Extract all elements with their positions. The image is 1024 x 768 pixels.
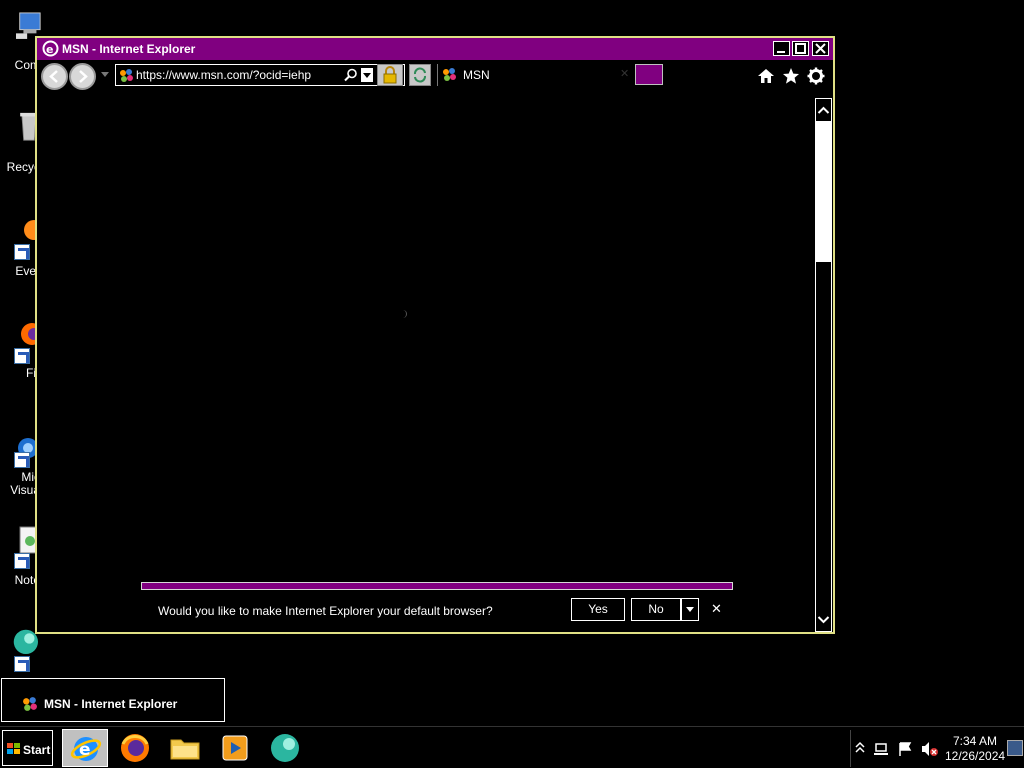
taskbar-firefox-button[interactable] [112, 729, 158, 767]
address-dropdown-button[interactable] [360, 67, 374, 83]
desktop-icon-label: Visua [10, 483, 40, 497]
address-input[interactable] [136, 67, 336, 83]
desktop-icon-label: Note [14, 573, 40, 587]
msn-butterfly-icon [120, 69, 133, 82]
shortcut-arrow-icon [14, 452, 30, 468]
browser-toolbar: MSN ✕ [37, 60, 833, 90]
forward-arrow-icon [79, 70, 88, 83]
vertical-scrollbar[interactable] [815, 98, 832, 632]
shortcut-arrow-icon [14, 348, 30, 364]
notification-accent-bar [141, 582, 733, 590]
desktop-icon-recycle-bin[interactable]: Recyc [0, 112, 40, 192]
maximize-button[interactable] [792, 41, 809, 56]
taskbar: Start e 7:34 AM 12/26/2024 [0, 726, 1024, 768]
shortcut-arrow-icon [14, 656, 30, 672]
tab-msn[interactable]: MSN ✕ [437, 64, 633, 86]
history-dropdown-icon[interactable] [101, 72, 109, 77]
taskbar-media-player-button[interactable] [212, 729, 258, 767]
desktop-icon-label: Recyc [6, 160, 40, 174]
firefox-icon [121, 734, 149, 762]
desktop-icon-label: Ever [15, 264, 40, 278]
desktop-icon-label: Fir [26, 366, 40, 380]
security-lock-button[interactable] [377, 64, 403, 86]
forward-button[interactable] [69, 63, 96, 90]
start-label: Start [23, 743, 51, 757]
yes-button[interactable]: Yes [571, 598, 625, 621]
shortcut-arrow-icon [14, 244, 30, 260]
desktop-icon-everything[interactable]: Ever [0, 216, 42, 296]
lock-icon [383, 66, 397, 84]
desktop-icon-label: Mic [21, 470, 40, 484]
default-browser-notification: Would you like to make Internet Explorer… [141, 582, 733, 632]
no-button[interactable]: No [631, 598, 681, 621]
title-bar[interactable]: e MSN - Internet Explorer [37, 38, 833, 60]
tab-close-icon[interactable]: ✕ [620, 67, 629, 80]
address-bar[interactable] [115, 64, 405, 86]
notification-message: Would you like to make Internet Explorer… [158, 604, 493, 618]
svg-text:e: e [79, 740, 91, 760]
ie-icon: e [70, 737, 102, 761]
tab-title: MSN [463, 68, 490, 82]
action-center-flag-icon[interactable] [897, 741, 913, 757]
desktop-icon-computer[interactable]: Com [0, 10, 41, 90]
scroll-up-button[interactable] [816, 101, 831, 119]
clock-time: 7:34 AM [952, 734, 998, 748]
notification-close-icon[interactable]: ✕ [711, 601, 722, 617]
scrollbar-thumb[interactable] [816, 121, 831, 262]
ie-logo-icon: e [42, 40, 59, 57]
loading-spinner-icon [399, 310, 407, 318]
show-desktop-button[interactable] [1007, 740, 1023, 756]
taskbar-app-button[interactable] [262, 729, 308, 767]
maximize-icon [795, 43, 806, 54]
start-button[interactable]: Start [2, 730, 53, 766]
back-button[interactable] [41, 63, 68, 90]
desktop-icon-label: Com [14, 58, 40, 72]
chevron-up-icon[interactable] [855, 741, 865, 755]
volume-muted-icon[interactable] [921, 741, 939, 757]
scroll-down-button[interactable] [816, 611, 831, 629]
shortcut-arrow-icon [14, 553, 30, 569]
refresh-button[interactable] [409, 64, 431, 86]
taskbar-ie-button[interactable]: e [62, 729, 108, 767]
system-tray: 7:34 AM 12/26/2024 [850, 730, 1023, 767]
desktop-icon-notepad[interactable]: Note [0, 525, 41, 605]
page-content[interactable] [39, 90, 813, 631]
ie-window[interactable]: e MSN - Internet Explorer https://www.ms… [35, 36, 835, 634]
chevron-up-icon [817, 106, 830, 114]
search-icon[interactable] [344, 68, 358, 82]
media-player-icon [222, 735, 248, 761]
clock[interactable]: 7:34 AM 12/26/2024 [945, 734, 1005, 764]
minimize-button[interactable] [773, 41, 790, 56]
window-title: MSN - Internet Explorer [62, 42, 196, 56]
back-arrow-icon [49, 70, 58, 83]
no-options-dropdown[interactable] [681, 598, 699, 621]
msn-butterfly-icon [23, 697, 37, 711]
refresh-icon [414, 67, 426, 83]
close-icon [815, 43, 826, 54]
teal-globe-icon [271, 734, 299, 762]
network-icon[interactable] [873, 741, 889, 757]
desktop-icon-visual-studio[interactable]: Mic Visua [0, 434, 40, 514]
favorites-star-icon[interactable] [782, 67, 800, 85]
msn-butterfly-icon [443, 68, 456, 81]
taskbar-thumbnail-preview[interactable]: MSN - Internet Explorer [1, 678, 225, 722]
windows-logo-icon [7, 743, 20, 754]
thumbnail-title: MSN - Internet Explorer [44, 697, 178, 711]
gear-icon[interactable] [807, 67, 825, 85]
new-tab-button[interactable] [635, 64, 663, 85]
close-button[interactable] [812, 41, 829, 56]
home-icon[interactable] [757, 67, 775, 85]
clock-date: 12/26/2024 [945, 749, 1006, 763]
taskbar-explorer-button[interactable] [162, 729, 208, 767]
chevron-down-icon [817, 616, 830, 624]
desktop-icon-firefox[interactable]: Fir [0, 320, 42, 400]
svg-text:e: e [46, 43, 53, 56]
folder-icon [170, 739, 200, 760]
minimize-icon [777, 51, 785, 53]
